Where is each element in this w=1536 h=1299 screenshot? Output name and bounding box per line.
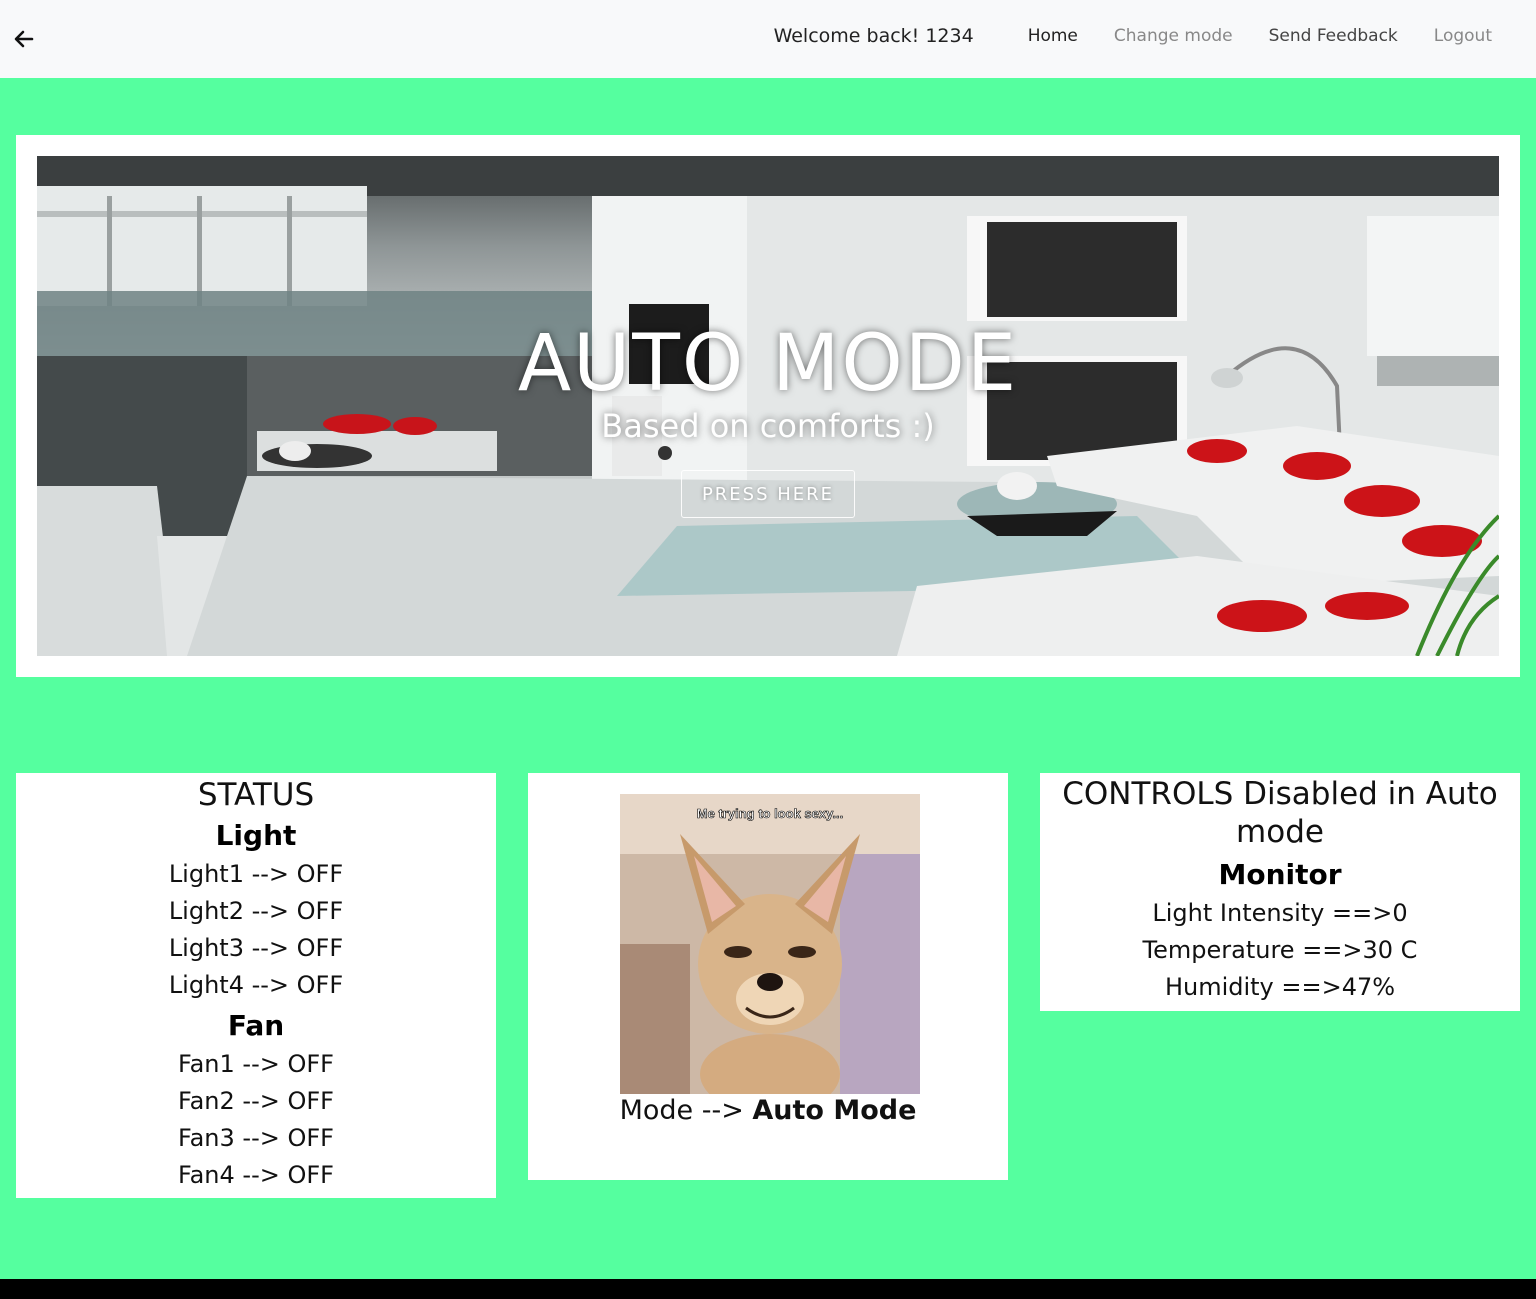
fan1-status: Fan1 --> OFF bbox=[178, 1050, 334, 1078]
light2-status: Light2 --> OFF bbox=[168, 897, 344, 925]
fan-heading: Fan bbox=[227, 1009, 285, 1042]
controls-card: CONTROLS Disabled in Auto mode Monitor L… bbox=[1040, 773, 1520, 1011]
light1-status: Light1 --> OFF bbox=[168, 860, 344, 888]
nav-links: Welcome back! 1234 Home Change mode Send… bbox=[774, 0, 1510, 72]
living-room-image: AUTO MODE Based on comforts :) PRESS HER… bbox=[37, 156, 1499, 656]
fan2-status: Fan2 --> OFF bbox=[178, 1087, 334, 1115]
fan3-status: Fan3 --> OFF bbox=[178, 1124, 334, 1152]
light4-status: Light4 --> OFF bbox=[168, 971, 344, 999]
hero-subtitle: Based on comforts :) bbox=[601, 407, 935, 445]
hero-title: AUTO MODE bbox=[517, 319, 1019, 409]
navbar: Welcome back! 1234 Home Change mode Send… bbox=[0, 0, 1536, 78]
light-heading: Light bbox=[215, 819, 297, 852]
status-title: STATUS bbox=[197, 777, 315, 813]
monitor-heading: Monitor bbox=[1218, 858, 1342, 891]
hero-card: AUTO MODE Based on comforts :) PRESS HER… bbox=[16, 135, 1520, 677]
nav-home-link[interactable]: Home bbox=[1028, 26, 1078, 46]
press-here-button[interactable]: PRESS HERE bbox=[681, 470, 855, 518]
nav-change-mode-link[interactable]: Change mode bbox=[1114, 26, 1233, 46]
fan4-status: Fan4 --> OFF bbox=[178, 1161, 334, 1189]
back-arrow-icon[interactable] bbox=[12, 27, 36, 51]
meme-caption: Me trying to look sexy... bbox=[697, 806, 843, 821]
mode-value: Auto Mode bbox=[752, 1095, 917, 1126]
light3-status: Light3 --> OFF bbox=[168, 934, 344, 962]
welcome-text: Welcome back! 1234 bbox=[773, 25, 974, 47]
footer-bar bbox=[0, 1279, 1536, 1299]
controls-title: CONTROLS Disabled in Auto mode bbox=[1062, 776, 1498, 850]
nav-logout-link[interactable]: Logout bbox=[1434, 26, 1492, 46]
temperature-reading: Temperature ==>30 C bbox=[1142, 936, 1418, 964]
chihuahua-meme-image: Me trying to look sexy... bbox=[620, 794, 920, 1094]
status-card: STATUS Light Light1 --> OFF Light2 --> O… bbox=[16, 773, 496, 1198]
humidity-reading: Humidity ==>47% bbox=[1164, 973, 1396, 1001]
nav-send-feedback-link[interactable]: Send Feedback bbox=[1269, 26, 1398, 46]
light-intensity-reading: Light Intensity ==>0 bbox=[1152, 899, 1408, 927]
mode-line: Mode --> Auto Mode bbox=[528, 1095, 1008, 1126]
mode-card: Me trying to look sexy... Mode --> Auto … bbox=[528, 773, 1008, 1180]
mode-prefix: Mode --> bbox=[619, 1095, 753, 1126]
